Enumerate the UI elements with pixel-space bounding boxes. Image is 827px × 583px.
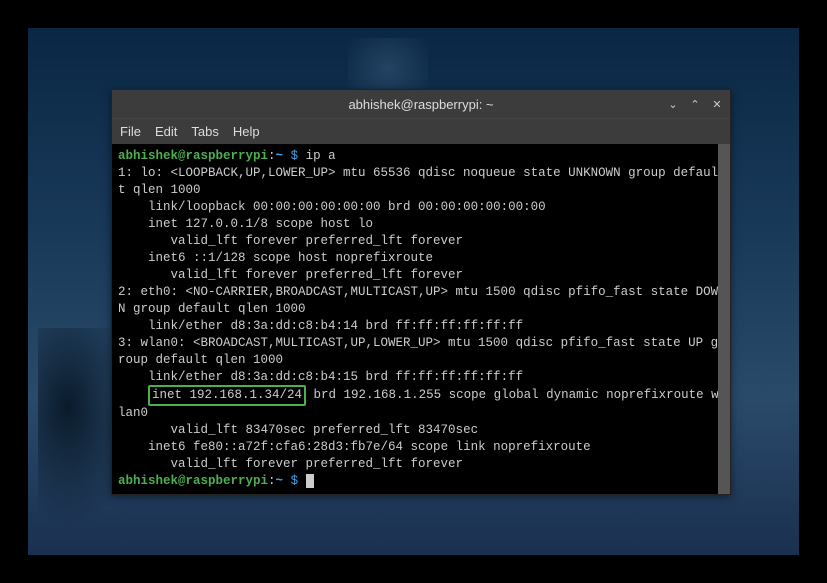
menu-help[interactable]: Help (233, 124, 260, 139)
output-line: valid_lft forever preferred_lft forever (118, 267, 724, 284)
terminal-window: abhishek@raspberrypi: ~ ⌄ ⌃ ✕ File Edit … (111, 89, 731, 495)
output-line: 1: lo: <LOOPBACK,UP,LOWER_UP> mtu 65536 … (118, 165, 724, 199)
minimize-icon[interactable]: ⌄ (666, 98, 680, 111)
output-line: valid_lft forever preferred_lft forever (118, 233, 724, 250)
command-text: ip a (306, 149, 336, 163)
menu-tabs[interactable]: Tabs (191, 124, 218, 139)
menubar: File Edit Tabs Help (112, 118, 730, 144)
maximize-icon[interactable]: ⌃ (688, 98, 702, 111)
terminal-content[interactable]: abhishek@raspberrypi:~ $ ip a 1: lo: <LO… (112, 144, 730, 494)
output-line: 2: eth0: <NO-CARRIER,BROADCAST,MULTICAST… (118, 284, 724, 318)
menu-edit[interactable]: Edit (155, 124, 177, 139)
output-line: inet6 fe80::a72f:cfa6:28d3:fb7e/64 scope… (118, 439, 724, 456)
terminal-cursor (306, 474, 314, 488)
prompt-symbol: $ (291, 149, 299, 163)
output-line: link/ether d8:3a:dd:c8:b4:14 brd ff:ff:f… (118, 318, 724, 335)
window-titlebar[interactable]: abhishek@raspberrypi: ~ ⌄ ⌃ ✕ (112, 90, 730, 118)
prompt-line-2: abhishek@raspberrypi:~ $ (118, 473, 724, 490)
window-controls: ⌄ ⌃ ✕ (666, 98, 724, 111)
prompt-user: abhishek@raspberrypi (118, 474, 268, 488)
output-line: link/ether d8:3a:dd:c8:b4:15 brd ff:ff:f… (118, 369, 724, 386)
output-line: inet6 ::1/128 scope host noprefixroute (118, 250, 724, 267)
output-line: link/loopback 00:00:00:00:00:00 brd 00:0… (118, 199, 724, 216)
ip-address-highlight: inet 192.168.1.34/24 (148, 385, 306, 406)
output-line: inet 127.0.0.1/8 scope host lo (118, 216, 724, 233)
prompt-path: ~ (276, 474, 284, 488)
output-line: valid_lft forever preferred_lft forever (118, 456, 724, 473)
prompt-path: ~ (276, 149, 284, 163)
output-line-highlighted: inet 192.168.1.34/24 brd 192.168.1.255 s… (118, 386, 724, 422)
menu-file[interactable]: File (120, 124, 141, 139)
prompt-user: abhishek@raspberrypi (118, 149, 268, 163)
prompt-symbol: $ (291, 474, 299, 488)
output-line: 3: wlan0: <BROADCAST,MULTICAST,UP,LOWER_… (118, 335, 724, 369)
prompt-line-1: abhishek@raspberrypi:~ $ ip a (118, 148, 724, 165)
close-icon[interactable]: ✕ (710, 98, 724, 111)
scrollbar-thumb[interactable] (718, 144, 730, 494)
output-line: valid_lft 83470sec preferred_lft 83470se… (118, 422, 724, 439)
scrollbar[interactable] (718, 144, 730, 494)
window-title: abhishek@raspberrypi: ~ (348, 97, 493, 112)
